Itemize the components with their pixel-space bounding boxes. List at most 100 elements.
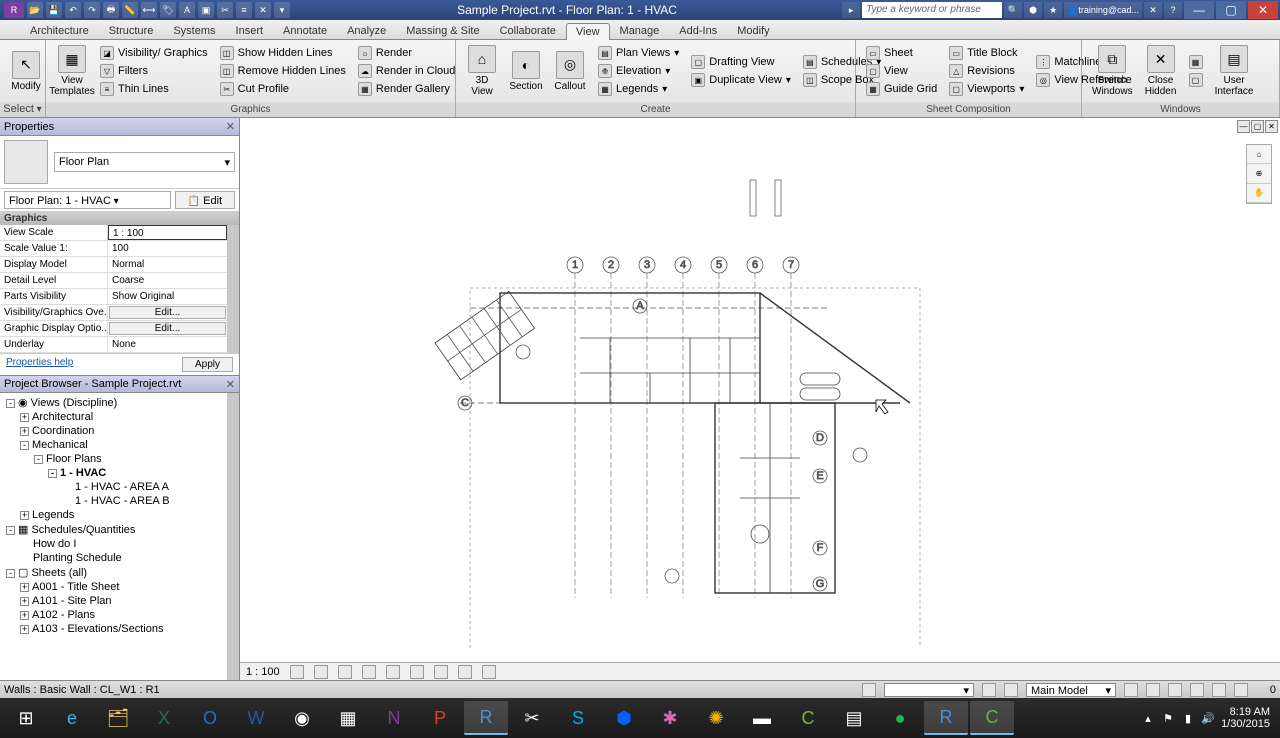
select-underlay-icon[interactable] — [1146, 683, 1160, 697]
ribbon-tab-manage[interactable]: Manage — [610, 22, 670, 39]
edit-type-button[interactable]: 📋 Edit Type — [175, 191, 235, 209]
modify-button[interactable]: ↖ Modify — [6, 49, 46, 94]
qat-section-icon[interactable]: ✂ — [217, 2, 233, 18]
revit2-icon[interactable]: R — [924, 701, 968, 735]
property-row[interactable]: Scale Value 1:100 — [0, 241, 227, 257]
property-value[interactable]: Edit... — [109, 306, 226, 319]
tree-expander-icon[interactable]: - — [20, 441, 29, 450]
qat-thin-icon[interactable]: ≡ — [236, 2, 252, 18]
revisions-button[interactable]: △Revisions — [945, 63, 1028, 79]
tray-net-icon[interactable]: ▮ — [1181, 711, 1195, 725]
type-selector[interactable]: Floor Plan▾ — [54, 152, 235, 172]
viewports-button[interactable]: ▢Viewports ▾ — [945, 81, 1028, 97]
design-option-selector[interactable]: Main Model▾ — [1026, 683, 1116, 697]
workset-icon[interactable] — [862, 683, 876, 697]
tree-node[interactable]: -◉ Views (Discipline) — [0, 395, 227, 410]
tree-node[interactable]: +A101 - Site Plan — [0, 594, 227, 608]
thin-lines-button[interactable]: ≡Thin Lines — [96, 81, 212, 97]
ribbon-tab-analyze[interactable]: Analyze — [337, 22, 396, 39]
property-value[interactable]: Show Original — [108, 289, 227, 304]
elevation-button[interactable]: ⟰Elevation ▾ — [594, 63, 683, 79]
view-button[interactable]: ▢View — [862, 63, 941, 79]
sun-icon[interactable] — [338, 665, 352, 679]
subscription-icon[interactable]: ⬢ — [1024, 2, 1042, 18]
help-search-input[interactable]: Type a keyword or phrase — [862, 2, 1002, 18]
tree-node[interactable]: -▢ Sheets (all) — [0, 565, 227, 580]
tray-sound-icon[interactable]: 🔊 — [1201, 711, 1215, 725]
visual-style-icon[interactable] — [314, 665, 328, 679]
qat-undo-icon[interactable]: ↶ — [65, 2, 81, 18]
duplicate-view-button[interactable]: ▣Duplicate View ▾ — [687, 72, 795, 88]
tray-up-icon[interactable]: ▴ — [1141, 711, 1155, 725]
tree-node[interactable]: +Legends — [0, 508, 227, 522]
ribbon-tab-insert[interactable]: Insert — [226, 22, 274, 39]
app4-icon[interactable]: C — [786, 701, 830, 735]
info-arrow-icon[interactable]: ▸ — [842, 2, 860, 18]
qat-open-icon[interactable]: 📂 — [27, 2, 43, 18]
drafting-view-button[interactable]: ▢Drafting View — [687, 54, 795, 70]
ribbon-tab-systems[interactable]: Systems — [163, 22, 225, 39]
select-face-icon[interactable] — [1190, 683, 1204, 697]
help-icon[interactable]: ? — [1164, 2, 1182, 18]
camtasia-icon[interactable]: C — [970, 701, 1014, 735]
tree-expander-icon[interactable]: - — [6, 399, 15, 408]
minimize-button[interactable]: — — [1184, 1, 1214, 19]
render-cloud-button[interactable]: ☁Render in Cloud — [354, 63, 460, 79]
crop-icon[interactable] — [386, 665, 400, 679]
property-value[interactable]: None — [108, 337, 227, 352]
skype-icon[interactable]: S — [556, 701, 600, 735]
tree-expander-icon[interactable]: - — [6, 569, 15, 578]
tree-expander-icon[interactable]: + — [20, 625, 29, 634]
tree-node[interactable]: Planting Schedule — [0, 551, 227, 565]
app1-icon[interactable]: ✱ — [648, 701, 692, 735]
tree-node[interactable]: -Floor Plans — [0, 452, 227, 466]
tree-node[interactable]: 1 - HVAC - AREA B — [0, 494, 227, 508]
qat-switch-icon[interactable]: ▾ — [274, 2, 290, 18]
browser-close-icon[interactable]: ✕ — [226, 378, 235, 391]
callout-button[interactable]: ◎Callout — [550, 49, 590, 94]
ribbon-tab-view[interactable]: View — [566, 23, 610, 40]
app-menu-button[interactable]: R — [4, 2, 24, 18]
qat-redo-icon[interactable]: ↷ — [84, 2, 100, 18]
3d-view-button[interactable]: ⌂3D View — [462, 43, 502, 99]
properties-close-icon[interactable]: ✕ — [226, 120, 235, 133]
visibility-graphics-button[interactable]: ◪Visibility/ Graphics — [96, 45, 212, 61]
reveal-icon[interactable] — [482, 665, 496, 679]
tree-expander-icon[interactable]: + — [20, 611, 29, 620]
ribbon-tab-architecture[interactable]: Architecture — [20, 22, 99, 39]
title-block-button[interactable]: ▭Title Block — [945, 45, 1028, 61]
property-row[interactable]: Parts VisibilityShow Original — [0, 289, 227, 305]
tree-node[interactable]: -▦ Schedules/Quantities — [0, 522, 227, 537]
tree-node[interactable]: +Architectural — [0, 410, 227, 424]
start-button[interactable]: ⊞ — [4, 701, 48, 735]
snip-icon[interactable]: ✂ — [510, 701, 554, 735]
onenote-icon[interactable]: N — [372, 701, 416, 735]
filters-button[interactable]: ▽Filters — [96, 63, 212, 79]
filter-selection-icon[interactable] — [1234, 683, 1248, 697]
star-icon[interactable]: ★ — [1044, 2, 1062, 18]
spotify-icon[interactable]: ● — [878, 701, 922, 735]
temp-hide-icon[interactable] — [458, 665, 472, 679]
property-row[interactable]: Display ModelNormal — [0, 257, 227, 273]
tree-expander-icon[interactable]: - — [6, 526, 15, 535]
close-button[interactable]: ✕ — [1248, 1, 1278, 19]
canvas-max-icon[interactable]: ▢ — [1251, 120, 1264, 133]
tree-node[interactable]: -Mechanical — [0, 438, 227, 452]
cut-profile-button[interactable]: ✂Cut Profile — [216, 81, 350, 97]
property-row[interactable]: Graphic Display Optio...Edit... — [0, 321, 227, 337]
tree-expander-icon[interactable]: - — [34, 455, 43, 464]
tree-node[interactable]: How do I — [0, 537, 227, 551]
tree-node[interactable]: -1 - HVAC — [0, 466, 227, 480]
exchange-icon[interactable]: ✕ — [1144, 2, 1162, 18]
tree-expander-icon[interactable]: + — [20, 427, 29, 436]
qat-text-icon[interactable]: A — [179, 2, 195, 18]
property-row[interactable]: View Scale1 : 100 — [0, 225, 227, 241]
workset-selector[interactable]: ▾ — [884, 683, 974, 697]
tray-flag-icon[interactable]: ⚑ — [1161, 711, 1175, 725]
user-interface-button[interactable]: ▤User Interface — [1211, 43, 1258, 99]
tray-time[interactable]: 8:19 AM — [1221, 706, 1270, 718]
guide-grid-button[interactable]: ▦Guide Grid — [862, 81, 941, 97]
property-value[interactable]: 1 : 100 — [108, 225, 227, 240]
close-hidden-button[interactable]: ✕Close Hidden — [1141, 43, 1181, 99]
cascade-icon[interactable]: ▢ — [1185, 72, 1207, 88]
